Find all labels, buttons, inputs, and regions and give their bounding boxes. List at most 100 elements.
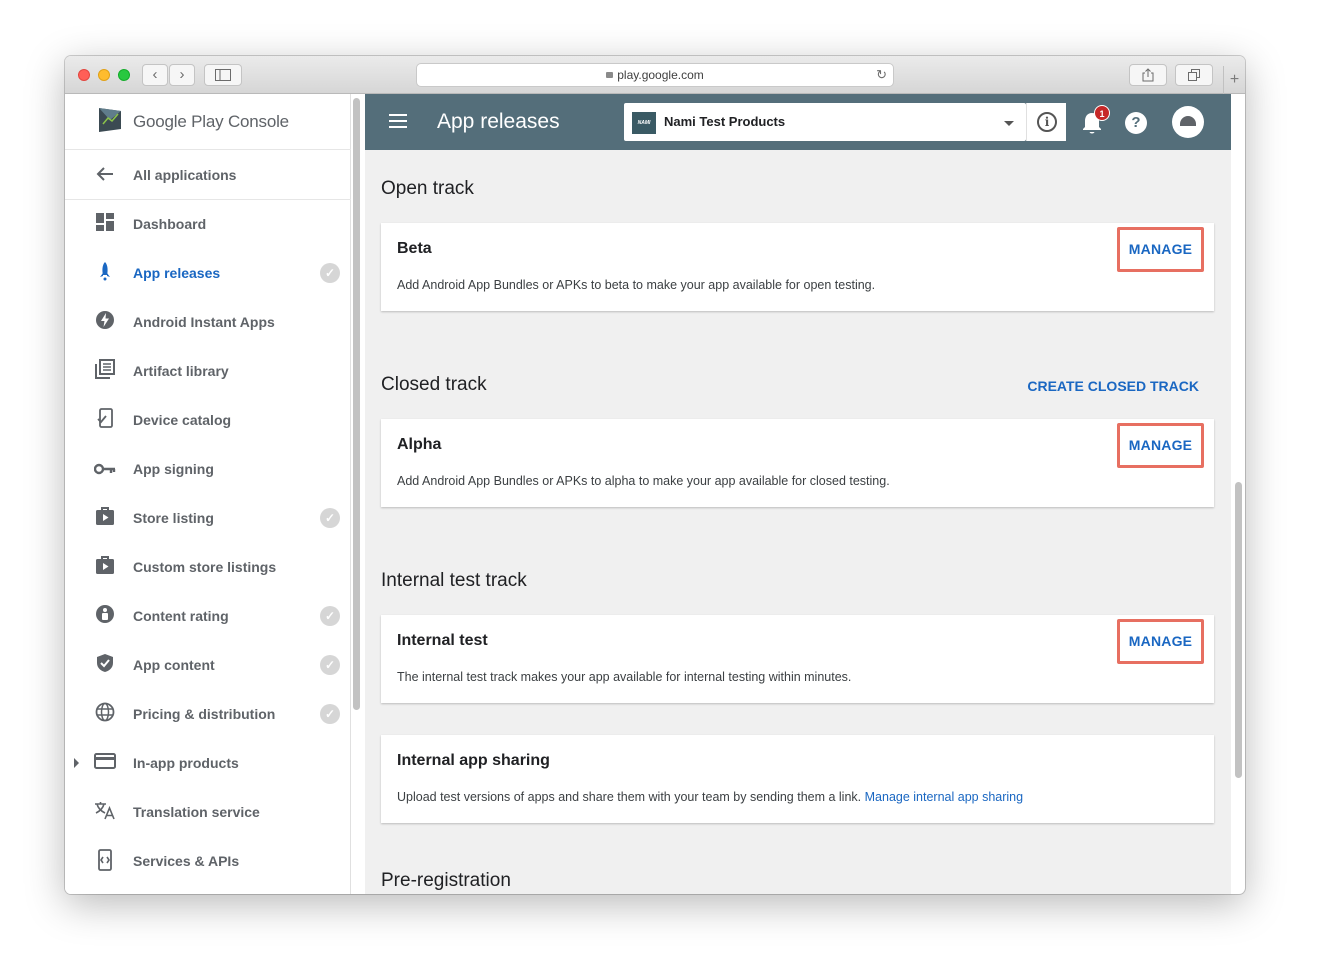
back-button[interactable]: ‹ <box>142 64 168 86</box>
closed-track-heading: Closed track <box>381 374 487 395</box>
address-bar[interactable]: play.google.com ↻ <box>416 63 894 87</box>
card-title: Internal test <box>397 632 488 649</box>
main-scrollbar[interactable] <box>1235 482 1242 778</box>
check-icon: ✓ <box>320 704 340 724</box>
sidebar-item-label: Pricing & distribution <box>133 706 276 722</box>
sidebar-icon <box>215 69 231 81</box>
app-header: App releases NAMI Nami Test Products i 1… <box>365 94 1231 150</box>
card-description: The internal test track makes your app a… <box>397 670 852 684</box>
card-title: Alpha <box>397 436 442 453</box>
card-description: Upload test versions of apps and share t… <box>397 790 1024 804</box>
avatar[interactable] <box>1172 106 1204 138</box>
tabs-overview-button[interactable] <box>1175 64 1213 86</box>
minimize-window-button[interactable] <box>98 69 110 81</box>
sidebar-item-label: Services & APIs <box>133 853 240 869</box>
sidebar-item-label: Content rating <box>133 608 229 624</box>
sidebar-item-app-signing[interactable]: App signing <box>65 445 351 494</box>
sidebar-item-pricing-distribution[interactable]: Pricing & distribution ✓ <box>65 690 351 739</box>
store-icon <box>93 555 117 579</box>
sidebar-item-device-catalog[interactable]: Device catalog <box>65 396 351 445</box>
internal-test-track-heading: Internal test track <box>381 570 527 591</box>
forward-button[interactable]: › <box>169 64 195 86</box>
card-description: Add Android App Bundles or APKs to beta … <box>397 278 876 292</box>
chevron-right-icon: › <box>179 66 185 83</box>
sidebar-item-custom-store-listings[interactable]: Custom store listings <box>65 543 351 592</box>
app-thumbnail: NAMI <box>632 112 656 134</box>
card-description: Add Android App Bundles or APKs to alpha… <box>397 474 890 488</box>
main-content: App releases NAMI Nami Test Products i 1… <box>365 94 1231 894</box>
close-window-button[interactable] <box>78 69 90 81</box>
tabs-icon <box>1188 69 1200 81</box>
maximize-window-button[interactable] <box>118 69 130 81</box>
beta-track-card: Beta Add Android App Bundles or APKs to … <box>381 223 1214 311</box>
dashboard-icon <box>93 212 117 236</box>
alpha-track-card: Alpha Add Android App Bundles or APKs to… <box>381 419 1214 507</box>
rating-icon <box>93 604 117 628</box>
new-tab-button[interactable]: + <box>1223 66 1245 94</box>
manage-beta-button[interactable]: MANAGE <box>1117 227 1204 272</box>
sidebar-item-artifact-library[interactable]: Artifact library <box>65 347 351 396</box>
internal-test-card: Internal test The internal test track ma… <box>381 615 1214 703</box>
url-text: play.google.com <box>617 68 704 82</box>
sidebar-item-android-instant-apps[interactable]: Android Instant Apps <box>65 298 351 347</box>
sidebar-item-app-releases[interactable]: App releases ✓ <box>65 249 351 298</box>
expand-caret-icon[interactable] <box>74 758 79 768</box>
sidebar-item-label: Android Instant Apps <box>133 314 275 330</box>
android-icon <box>1180 116 1196 126</box>
manage-internal-test-button[interactable]: MANAGE <box>1117 619 1204 664</box>
sidebar-item-in-app-products[interactable]: In-app products <box>65 739 351 788</box>
reload-icon[interactable]: ↻ <box>876 64 887 86</box>
sidebar-item-label: Translation service <box>133 804 260 820</box>
share-button[interactable] <box>1129 64 1167 86</box>
app-selector[interactable]: NAMI Nami Test Products i <box>624 103 1066 141</box>
sidebar-item-services-apis[interactable]: Services & APIs <box>65 837 351 886</box>
shield-icon <box>93 653 117 677</box>
app-info-button[interactable]: i <box>1026 103 1066 141</box>
sidebar-item-dashboard[interactable]: Dashboard <box>65 200 351 249</box>
all-applications-link[interactable]: All applications <box>65 151 351 200</box>
logo-text: Google Play Console <box>133 112 289 131</box>
chevron-left-icon: ‹ <box>152 66 158 83</box>
arrow-left-icon <box>93 163 117 187</box>
internal-app-sharing-card: Internal app sharing Upload test version… <box>381 735 1214 823</box>
sidebar-item-app-content[interactable]: App content ✓ <box>65 641 351 690</box>
check-icon: ✓ <box>320 655 340 675</box>
share-icon <box>1142 68 1154 82</box>
card-title: Beta <box>397 240 432 257</box>
info-icon: i <box>1037 112 1057 132</box>
lock-icon <box>606 72 614 78</box>
console-logo[interactable]: Google Play Console <box>65 94 351 150</box>
pre-registration-heading: Pre-registration <box>381 870 511 891</box>
sidebar-item-translation-service[interactable]: Translation service <box>65 788 351 837</box>
sidebar-item-label: Store listing <box>133 510 214 526</box>
sidebar-item-label: App signing <box>133 461 214 477</box>
card-title: Internal app sharing <box>397 752 550 769</box>
key-icon <box>93 457 117 481</box>
sidebar-toggle-button[interactable] <box>204 64 242 86</box>
sidebar: Google Play Console All applications Das… <box>65 94 351 894</box>
check-icon: ✓ <box>320 508 340 528</box>
check-icon: ✓ <box>320 263 340 283</box>
help-icon[interactable]: ? <box>1125 112 1147 134</box>
sidebar-item-label: App releases <box>133 265 221 281</box>
manage-alpha-button[interactable]: MANAGE <box>1117 423 1204 468</box>
page-title: App releases <box>437 110 560 133</box>
app-name: Nami Test Products <box>664 114 786 129</box>
sidebar-item-content-rating[interactable]: Content rating ✓ <box>65 592 351 641</box>
check-icon: ✓ <box>320 606 340 626</box>
library-icon <box>93 359 117 383</box>
globe-icon <box>93 702 117 726</box>
play-console-logo-icon <box>99 108 121 132</box>
sidebar-item-store-listing[interactable]: Store listing ✓ <box>65 494 351 543</box>
create-closed-track-button[interactable]: CREATE CLOSED TRACK <box>1027 378 1199 394</box>
all-applications-label: All applications <box>133 167 237 183</box>
menu-icon[interactable] <box>389 114 409 130</box>
sidebar-item-label: Dashboard <box>133 216 207 232</box>
sidebar-scrollbar[interactable] <box>353 98 360 710</box>
chevron-down-icon <box>1004 121 1014 126</box>
manage-internal-app-sharing-link[interactable]: Manage internal app sharing <box>865 790 1023 804</box>
browser-window: ‹ › play.google.com ↻ + Google Play Cons… <box>65 56 1245 894</box>
rocket-icon <box>93 261 117 285</box>
sidebar-item-label: In-app products <box>133 755 239 771</box>
sidebar-item-label: Device catalog <box>133 412 232 428</box>
